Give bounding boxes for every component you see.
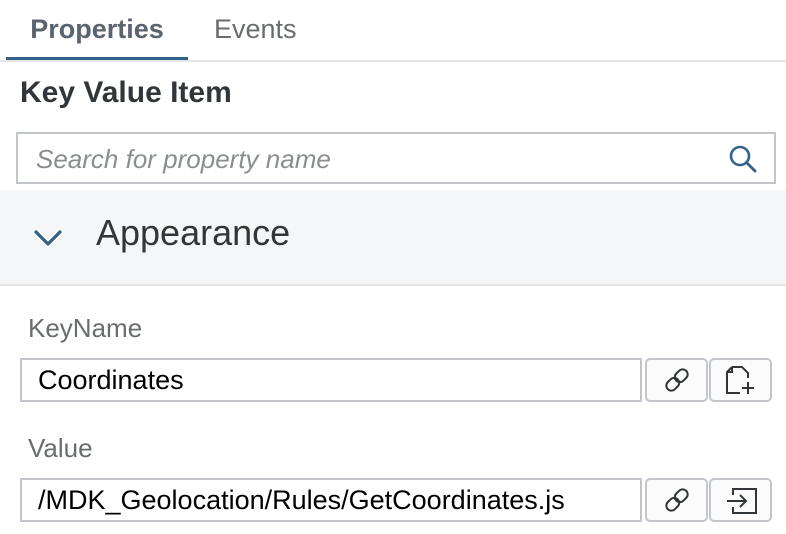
search-box	[16, 132, 776, 184]
search-input[interactable]	[34, 134, 718, 184]
appearance-group-label: Appearance	[96, 212, 291, 253]
tab-events[interactable]: Events	[214, 0, 297, 60]
value-navigate-button[interactable]	[709, 478, 772, 522]
tab-properties[interactable]: Properties	[6, 0, 188, 60]
link-icon	[665, 368, 689, 392]
value-field[interactable]	[20, 478, 642, 522]
keyname-new-file-button[interactable]	[709, 358, 772, 402]
keyname-bind-button[interactable]	[645, 358, 708, 402]
keyname-field[interactable]	[20, 358, 642, 402]
new-file-icon	[726, 366, 754, 394]
search-icon[interactable]	[728, 144, 758, 174]
section-title: Key Value Item	[20, 76, 232, 109]
appearance-group-header[interactable]: Appearance	[0, 190, 786, 286]
keyname-label: KeyName	[28, 313, 143, 343]
navigate-icon	[727, 488, 757, 514]
chevron-down-icon[interactable]	[32, 222, 64, 254]
value-bind-button[interactable]	[645, 478, 708, 522]
value-label: Value	[28, 433, 93, 463]
link-icon	[665, 488, 689, 512]
tab-bar: Properties Events	[0, 0, 786, 62]
